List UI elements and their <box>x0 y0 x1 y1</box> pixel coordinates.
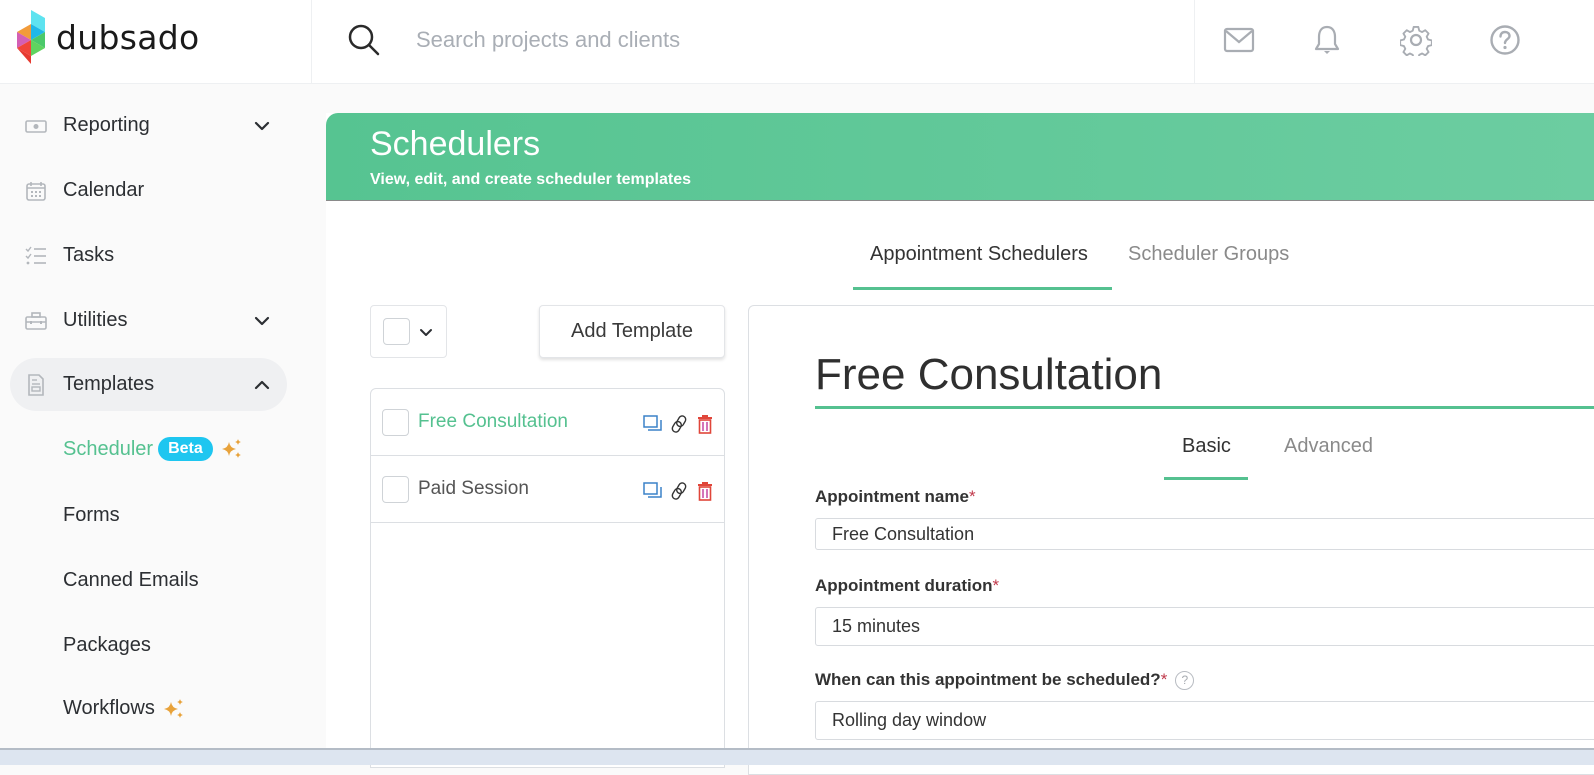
sparkle-icon <box>163 698 183 718</box>
page-subtitle: View, edit, and create scheduler templat… <box>370 171 692 188</box>
appointment-duration-select[interactable]: 15 minutes <box>815 607 1594 646</box>
bell-icon <box>1314 25 1340 54</box>
add-template-button[interactable]: Add Template <box>539 305 725 358</box>
tab-appointment-schedulers[interactable]: Appointment Schedulers <box>870 243 1088 266</box>
active-tab-indicator <box>1164 477 1248 480</box>
row-checkbox[interactable] <box>382 476 409 503</box>
search-input[interactable] <box>416 22 1116 58</box>
page-banner: Schedulers View, edit, and create schedu… <box>326 113 1594 201</box>
mail-icon <box>1223 27 1255 53</box>
tab-advanced[interactable]: Advanced <box>1284 435 1373 458</box>
label-text: When can this appointment be scheduled? <box>815 670 1161 689</box>
sidebar-subitem-label: Canned Emails <box>63 569 199 591</box>
document-icon <box>28 373 44 396</box>
template-name[interactable]: Free Consultation <box>418 411 568 433</box>
logo[interactable]: dubsado <box>14 10 199 64</box>
link-icon[interactable] <box>669 414 689 434</box>
help-button[interactable] <box>1487 22 1523 58</box>
template-list: Free Consultation Paid Session <box>370 388 725 768</box>
help-tooltip-icon[interactable]: ? <box>1175 671 1195 690</box>
sidebar-item-calendar[interactable]: Calendar <box>10 164 287 217</box>
calendar-icon <box>26 181 46 201</box>
help-icon <box>1490 25 1520 55</box>
toolbox-icon <box>25 311 47 330</box>
bulk-select-dropdown[interactable] <box>370 305 447 358</box>
select-all-checkbox[interactable] <box>383 318 410 345</box>
appointment-duration-label: Appointment duration* <box>815 576 999 596</box>
duplicate-icon[interactable] <box>643 414 663 434</box>
sidebar-subitem-forms[interactable]: Forms <box>63 504 120 527</box>
search-icon[interactable] <box>346 22 382 58</box>
sidebar-item-label: Templates <box>63 373 155 395</box>
sparkle-icon <box>221 439 241 458</box>
scheduler-editor: Free Consultation Basic Advanced Appoint… <box>748 305 1594 775</box>
row-checkbox[interactable] <box>382 409 409 436</box>
title-underline <box>815 406 1594 409</box>
gear-icon <box>1400 26 1432 56</box>
sidebar-item-reporting[interactable]: Reporting <box>10 99 287 152</box>
sidebar-item-label: Reporting <box>63 114 150 136</box>
sidebar-item-label: Tasks <box>63 244 115 266</box>
editor-title: Free Consultation <box>815 350 1163 399</box>
sidebar-subitem-label: Workflows <box>63 697 155 719</box>
sidebar-subitem-label: Forms <box>63 504 120 526</box>
page-title: Schedulers <box>370 125 541 163</box>
tab-scheduler-groups[interactable]: Scheduler Groups <box>1128 243 1289 266</box>
top-bar: dubsado <box>0 0 1594 84</box>
sidebar-subitem-workflows[interactable]: Workflows <box>63 697 185 720</box>
chevron-down-icon[interactable] <box>419 326 433 340</box>
sidebar-item-label: Utilities <box>63 309 128 331</box>
sidebar-subitem-label: Scheduler <box>63 437 154 460</box>
chevron-down-icon[interactable] <box>253 117 271 135</box>
required-mark: * <box>992 576 1000 595</box>
checklist-icon <box>25 246 46 264</box>
schedule-window-select[interactable]: Rolling day window <box>815 701 1594 740</box>
duplicate-icon[interactable] <box>643 481 663 501</box>
required-mark: * <box>1160 670 1168 689</box>
appointment-name-label: Appointment name* <box>815 487 976 507</box>
sidebar: Reporting Calendar Tasks Utilities Templ… <box>0 85 300 765</box>
sidebar-item-tasks[interactable]: Tasks <box>10 229 287 282</box>
trash-icon[interactable] <box>695 481 715 501</box>
tab-basic[interactable]: Basic <box>1182 435 1231 458</box>
money-icon <box>25 119 47 133</box>
beta-badge: Beta <box>158 437 213 461</box>
dubsado-logo-icon <box>17 10 45 64</box>
sidebar-subitem-label: Packages <box>63 634 151 656</box>
chevron-up-icon[interactable] <box>253 376 271 394</box>
divider <box>1194 0 1195 84</box>
scheduler-tabs: Appointment Schedulers Scheduler Groups <box>326 243 1594 291</box>
trash-icon[interactable] <box>695 414 715 434</box>
schedule-window-label: When can this appointment be scheduled?*… <box>815 670 1195 690</box>
sidebar-subitem-scheduler[interactable]: Scheduler Beta <box>63 437 243 461</box>
chevron-down-icon[interactable] <box>253 312 271 330</box>
main-content: Schedulers View, edit, and create schedu… <box>326 113 1594 775</box>
label-text: Appointment name <box>815 487 969 506</box>
label-text: Appointment duration <box>815 576 993 595</box>
divider <box>311 0 312 84</box>
sidebar-item-templates[interactable]: Templates <box>10 358 287 411</box>
sidebar-item-label: Calendar <box>63 179 145 201</box>
active-tab-indicator <box>853 287 1112 290</box>
template-row[interactable]: Free Consultation <box>371 389 724 456</box>
brand-name: dubsado <box>56 17 200 57</box>
link-icon[interactable] <box>669 481 689 501</box>
window-bottom-edge <box>0 748 1594 765</box>
settings-button[interactable] <box>1398 22 1434 58</box>
template-name[interactable]: Paid Session <box>418 478 529 500</box>
mail-button[interactable] <box>1221 22 1257 58</box>
notifications-button[interactable] <box>1309 22 1345 58</box>
appointment-name-input[interactable] <box>815 518 1594 550</box>
sidebar-subitem-canned-emails[interactable]: Canned Emails <box>63 569 199 592</box>
sidebar-subitem-packages[interactable]: Packages <box>63 634 151 657</box>
sidebar-item-utilities[interactable]: Utilities <box>10 294 287 347</box>
template-row[interactable]: Paid Session <box>371 456 724 523</box>
required-mark: * <box>968 487 976 506</box>
